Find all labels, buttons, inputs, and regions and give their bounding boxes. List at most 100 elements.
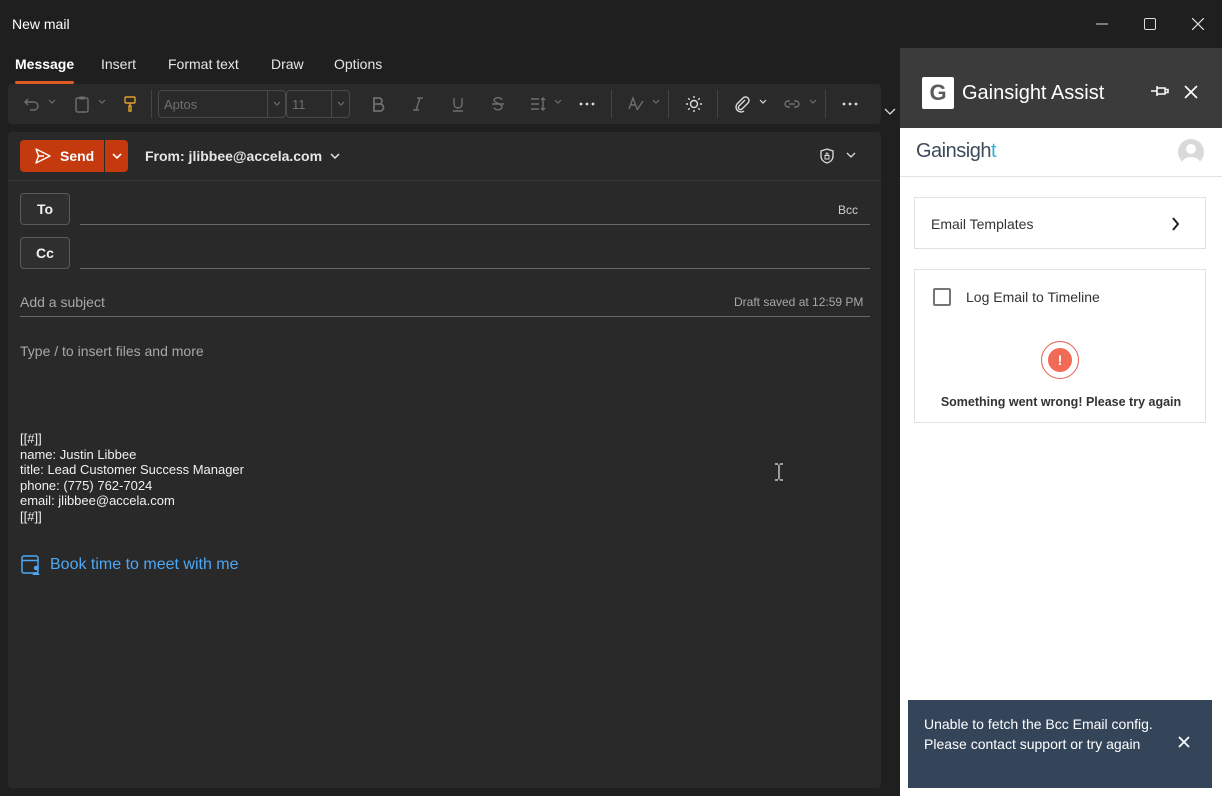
bold-button[interactable] [366,92,390,116]
from-label: From: jlibbee@accela.com [145,148,323,164]
gainsight-brand-accent: t [990,140,997,162]
font-name-dropdown[interactable] [267,91,285,117]
underline-button[interactable] [446,92,470,116]
error-message: Something went wrong! Please try again [940,395,1182,409]
chevron-down-icon [337,101,344,106]
calendar-person-icon [21,555,40,575]
paste-button[interactable] [70,92,94,116]
format-painter-icon [124,96,136,112]
to-field-underline[interactable] [80,224,870,225]
font-size-select[interactable]: 11 [286,90,350,118]
italic-button[interactable] [406,92,430,116]
paperclip-icon [735,96,750,113]
chevron-down-icon [273,101,280,106]
close-icon[interactable] [1184,85,1198,99]
chevron-down-icon [98,99,106,104]
toolbar-separator [717,90,718,118]
underline-icon [453,98,463,112]
log-email-card: Log Email to Timeline ! Something went w… [914,269,1206,423]
tab-options[interactable]: Options [334,56,382,82]
toast-message: Unable to fetch the Bcc Email config. Pl… [924,716,1153,752]
strikethrough-icon [492,97,504,111]
minimize-button[interactable] [1078,0,1126,48]
toolbar-separator [611,90,612,118]
sensitivity-shield-icon[interactable] [820,148,834,164]
font-size-value: 11 [292,97,306,112]
gainsight-divider [900,176,1222,177]
cc-field-underline[interactable] [80,268,870,269]
gainsight-title: Gainsight Assist [962,82,1105,104]
error-toast: Unable to fetch the Bcc Email config. Pl… [908,700,1212,788]
line-spacing-button[interactable] [526,92,550,116]
chevron-down-icon [759,99,767,104]
gainsight-brand-text: Gainsigh [916,140,991,162]
chevron-down-icon [111,152,122,159]
book-time-link[interactable]: Book time to meet with me [20,554,239,576]
chevron-down-icon [652,99,660,104]
signature-line: title: Lead Customer Success Manager [20,462,244,477]
tab-draw[interactable]: Draw [271,56,304,82]
email-templates-card[interactable]: Email Templates [914,197,1206,249]
send-options-button[interactable] [105,140,128,172]
draft-status: Draft saved at 12:59 PM [734,295,864,309]
pin-icon[interactable] [1150,84,1170,98]
tab-format-text[interactable]: Format text [168,56,239,82]
from-selector[interactable]: From: jlibbee@accela.com [145,148,340,164]
more-icon [579,102,595,106]
tab-message[interactable]: Message [15,56,75,84]
tab-insert[interactable]: Insert [101,56,136,82]
attach-file-button[interactable] [730,92,754,116]
gainsight-header: G Gainsight Assist [900,48,1222,128]
font-name-select[interactable]: Aptos [158,90,286,118]
gainsight-logo: G [922,77,954,109]
signature-line: name: Justin Libbee [20,446,137,462]
bcc-button[interactable]: Bcc [838,203,858,217]
sun-icon [686,96,702,112]
editor-button[interactable] [624,92,648,116]
minimize-icon [1096,23,1108,25]
chevron-down-icon [48,99,56,104]
body-input[interactable]: Type / to insert files and more [20,343,204,359]
chevron-down-icon[interactable] [846,152,856,159]
more-formatting-button[interactable] [575,92,599,116]
error-icon-glyph: ! [1048,348,1072,372]
link-icon [784,100,800,108]
outlook-window: New mail Message Insert Format text Draw… [0,0,1222,796]
signature-line: email: jlibbee@accela.com [20,493,175,508]
cc-button[interactable]: Cc [20,237,70,269]
chevron-down-icon [809,99,817,104]
email-templates-label: Email Templates [931,216,1034,232]
send-button[interactable]: Send [20,140,104,172]
log-email-checkbox[interactable] [933,288,951,306]
font-size-dropdown[interactable] [331,91,349,117]
ribbon-toolbar: Aptos 11 [8,84,881,124]
subject-input[interactable]: Add a subject [20,294,105,310]
signature-line: [[#]] [20,508,42,524]
more-icon [842,102,858,106]
close-window-button[interactable] [1174,0,1222,48]
immersive-reader-button[interactable] [682,92,706,116]
header-divider [8,180,881,181]
close-icon[interactable] [1178,736,1190,748]
expand-ribbon-icon[interactable] [884,108,896,116]
format-painter-button[interactable] [118,92,142,116]
avatar[interactable] [1178,139,1204,165]
strikethrough-button[interactable] [486,92,510,116]
book-time-label: Book time to meet with me [50,556,239,573]
signature-block: [[#]] name: Justin Libbee title: Lead Cu… [20,431,244,524]
font-name-value: Aptos [164,97,198,112]
ribbon-tabs: Message Insert Format text Draw Options [0,48,900,84]
undo-button[interactable] [20,92,44,116]
chevron-right-icon [1172,217,1180,231]
gainsight-brand: Gainsight [916,140,997,163]
signature-line: [[#]] [20,431,42,446]
undo-icon [24,98,39,111]
more-options-button[interactable] [838,92,862,116]
to-button[interactable]: To [20,193,70,225]
insert-link-button[interactable] [780,92,804,116]
italic-icon [413,97,423,111]
maximize-button[interactable] [1126,0,1174,48]
maximize-icon [1144,18,1156,30]
editor-icon [628,95,644,111]
close-icon [1192,18,1204,30]
